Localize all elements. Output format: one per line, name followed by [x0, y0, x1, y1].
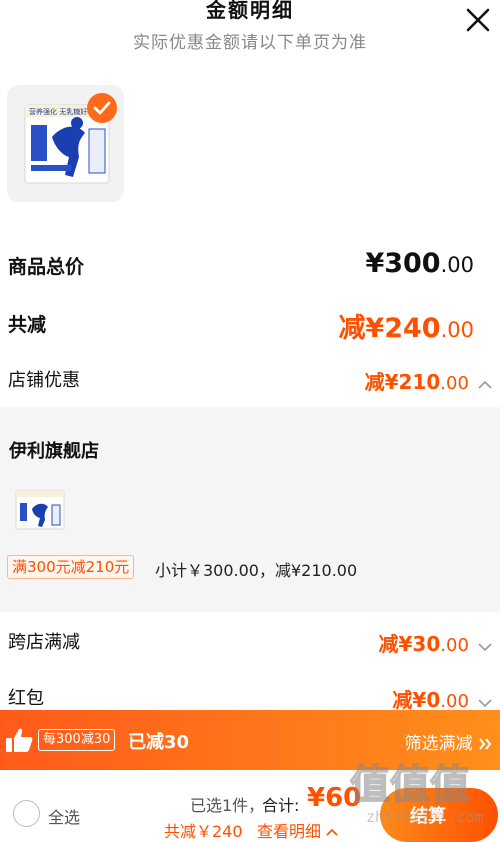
page-title: 金额明细	[206, 0, 294, 22]
chevron-down-icon[interactable]	[478, 698, 492, 708]
cross-store-discount-value: 减¥30.00	[379, 628, 492, 657]
cross-store-discount-row[interactable]: 跨店满减 减¥30.00	[0, 628, 500, 658]
total-reduction-row: 共减 减¥240.00	[0, 310, 500, 344]
close-icon[interactable]	[465, 7, 491, 33]
chevron-up-icon	[326, 828, 338, 836]
promo-tag: 每300减30	[38, 729, 116, 751]
shop-discount-value: 减¥210.00	[365, 366, 492, 395]
watermark-site: zhizhizhi.com	[366, 808, 484, 826]
full-reduction-tag: 满300元减210元	[7, 555, 135, 579]
select-all-label[interactable]: 全选	[48, 804, 80, 828]
thumbs-up-icon	[6, 728, 33, 752]
red-packet-value: 减¥0.00	[392, 684, 492, 710]
view-detail-link[interactable]: 查看明细	[257, 818, 338, 842]
chevron-down-icon[interactable]	[478, 642, 492, 652]
total-price-value: ¥300.00	[365, 248, 474, 279]
filter-discount-link[interactable]: 筛选满减	[405, 729, 492, 754]
promo-reduced-text: 已减30	[128, 732, 190, 753]
page-subtitle: 实际优惠金额请以下单页为准	[133, 33, 367, 53]
shop-discount-label: 店铺优惠	[8, 370, 80, 391]
total-price-row: 商品总价 ¥300.00	[0, 248, 500, 284]
sheet-header: 金额明细 实际优惠金额请以下单页为准	[0, 0, 500, 60]
store-breakdown-panel: 伊利旗舰店 满300元减210元 小计￥300.00，减¥210.00	[0, 407, 500, 612]
store-name[interactable]: 伊利旗舰店	[9, 437, 99, 463]
select-all-radio[interactable]	[13, 800, 40, 827]
red-packet-label: 红包	[8, 688, 44, 709]
total-label: 合计:	[262, 796, 300, 815]
selected-count: 已选1件，	[190, 796, 265, 815]
red-packet-row[interactable]: 红包 减¥0.00	[0, 684, 500, 710]
total-reduction-label: 共减	[8, 314, 47, 336]
double-chevron-right-icon	[479, 738, 492, 750]
watermark-logo: 值值值	[349, 761, 471, 809]
amount-detail-sheet: 金额明细 实际优惠金额请以下单页为准 营养强化 无乳糖好吸收 商品总价 ¥300…	[0, 0, 500, 842]
total-reduce-text: 共减￥240	[164, 822, 243, 841]
store-subtotal: 小计￥300.00，减¥210.00	[155, 561, 358, 580]
shop-discount-row[interactable]: 店铺优惠 减¥210.00	[0, 366, 500, 396]
cross-store-discount-label: 跨店满减	[8, 632, 80, 653]
store-product-thumbnail[interactable]	[14, 487, 66, 533]
total-price-label: 商品总价	[8, 256, 85, 278]
site-watermark: 值值值 zhizhizhi.com	[348, 758, 498, 838]
total-reduction-value: 减¥240.00	[338, 313, 474, 344]
chevron-up-icon[interactable]	[478, 380, 492, 390]
selected-check-icon[interactable]	[87, 93, 117, 123]
svg-text:值值值: 值值值	[350, 762, 470, 808]
